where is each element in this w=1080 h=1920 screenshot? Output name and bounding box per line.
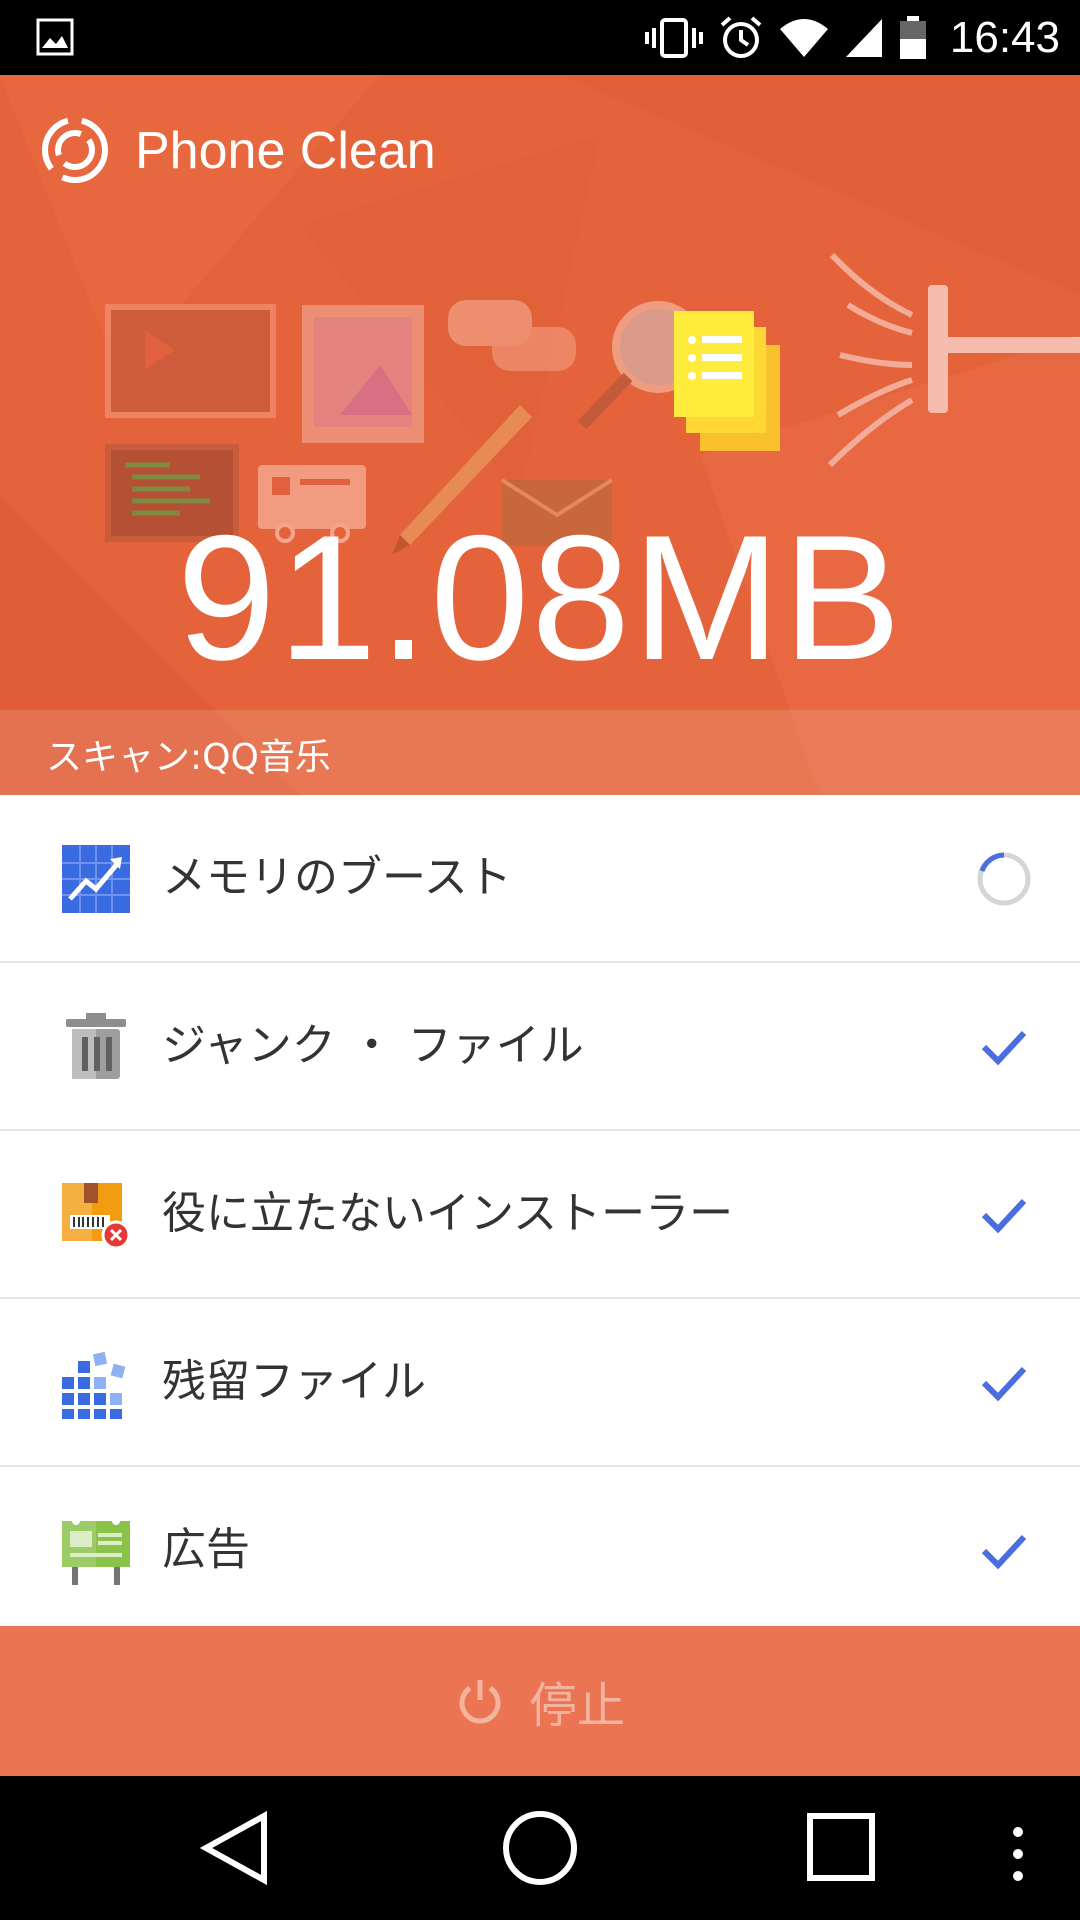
- signal-icon: [845, 18, 882, 57]
- app-title: Phone Clean: [135, 122, 436, 180]
- list-item: メモリのブースト: [0, 795, 1080, 963]
- battery-icon: [899, 15, 926, 59]
- status-bar: 16:43: [0, 0, 1080, 75]
- checkmark-icon: [981, 1198, 1027, 1234]
- gallery-icon: [36, 18, 74, 56]
- home-icon[interactable]: [500, 1810, 580, 1890]
- item-label: 広告: [162, 1524, 250, 1575]
- item-label: 役に立たないインストーラー: [162, 1188, 734, 1239]
- item-label: ジャンク ・ ファイル: [162, 1020, 584, 1071]
- scan-category-list: メモリのブースト ジャンク ・ ファイル 役に立たないインストーラー 残留ファイ…: [0, 795, 1080, 1635]
- stop-button-label: 停止: [528, 1678, 625, 1734]
- stop-button[interactable]: 停止: [0, 1626, 1080, 1776]
- memory-boost-icon: [62, 845, 130, 913]
- trash-icon: [66, 1013, 126, 1079]
- checkmark-icon: [981, 1366, 1027, 1402]
- wifi-icon: [779, 18, 828, 57]
- list-item: ジャンク ・ ファイル: [0, 963, 1080, 1131]
- package-icon: [62, 1183, 131, 1250]
- recents-icon[interactable]: [806, 1810, 876, 1886]
- navigation-bar: [0, 1776, 1080, 1920]
- scan-status-bar: スキャン:QQ音乐: [0, 710, 1080, 795]
- app-logo-icon: [42, 117, 108, 183]
- billboard-icon: [62, 1517, 130, 1585]
- menu-icon[interactable]: [1006, 1824, 1030, 1884]
- item-label: 残留ファイル: [162, 1356, 426, 1407]
- scanned-size: 91.08MB: [176, 498, 904, 697]
- vibrate-icon: [644, 17, 703, 58]
- list-item: 広告: [0, 1467, 1080, 1635]
- checkmark-icon: [981, 1030, 1027, 1066]
- scan-status-text: スキャン:QQ音乐: [46, 737, 331, 778]
- list-item: 残留ファイル: [0, 1299, 1080, 1467]
- power-icon: [459, 1680, 501, 1724]
- clock: 16:43: [949, 12, 1060, 62]
- loading-spinner-icon: [977, 852, 1031, 906]
- back-icon[interactable]: [200, 1810, 270, 1886]
- alarm-icon: [720, 15, 762, 58]
- list-item: 役に立たないインストーラー: [0, 1131, 1080, 1299]
- checkmark-icon: [981, 1534, 1027, 1570]
- scan-header: Phone Clean 91.08MB スキャン:QQ音乐: [0, 75, 1080, 795]
- residual-blocks-icon: [62, 1351, 126, 1419]
- item-label: メモリのブースト: [162, 852, 512, 903]
